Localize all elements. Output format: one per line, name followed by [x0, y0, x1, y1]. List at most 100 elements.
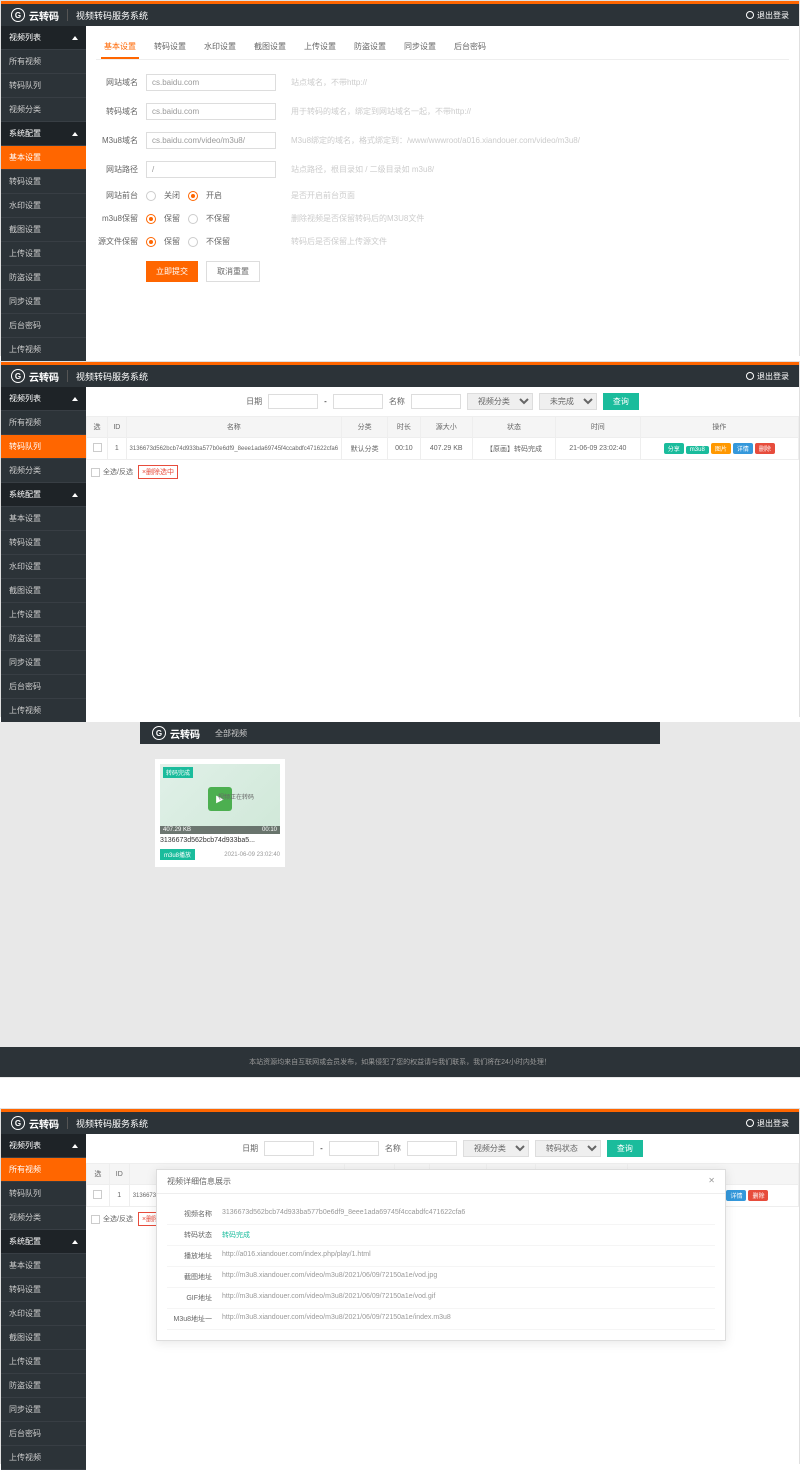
filter-name-input[interactable]: [407, 1141, 457, 1156]
sidebar-item-upload[interactable]: 上传设置: [1, 242, 86, 266]
badge-share[interactable]: 分享: [664, 443, 684, 454]
sidebar-item-screenshot[interactable]: 截图设置: [1, 579, 86, 603]
sidebar-item-all-videos[interactable]: 所有视频: [1, 50, 86, 74]
logout-link[interactable]: 退出登录: [746, 10, 789, 21]
select-all-link[interactable]: 全选/反选: [91, 467, 133, 477]
card-play-button[interactable]: m3u8播放: [160, 849, 195, 860]
sidebar-item-upload[interactable]: 上传设置: [1, 1350, 86, 1374]
sidebar-item-screenshot[interactable]: 截图设置: [1, 218, 86, 242]
sidebar: 视频列表 所有视频 转码队列 视频分类 系统配置 基本设置 转码设置 水印设置 …: [1, 387, 86, 723]
sidebar-group-video[interactable]: 视频列表: [1, 387, 86, 411]
sidebar-item-watermark[interactable]: 水印设置: [1, 1302, 86, 1326]
badge-m3u8[interactable]: m3u8: [686, 446, 709, 454]
sidebar-item-transcode[interactable]: 转码设置: [1, 531, 86, 555]
sidebar-item-watermark[interactable]: 水印设置: [1, 194, 86, 218]
filter-status-select[interactable]: 未完成: [539, 393, 597, 410]
sidebar-item-transcode[interactable]: 转码设置: [1, 170, 86, 194]
sidebar-item-antileech[interactable]: 防盗设置: [1, 627, 86, 651]
modal-row: M3u8地址一http://m3u8.xiandouer.com/video/m…: [167, 1309, 715, 1330]
logout-link[interactable]: 退出登录: [746, 1118, 789, 1129]
filter-date-from[interactable]: [264, 1141, 314, 1156]
filter-date-to[interactable]: [329, 1141, 379, 1156]
filter-category-select[interactable]: 视频分类: [463, 1140, 529, 1157]
modal-row-label: 转码状态: [167, 1230, 222, 1240]
sidebar-item-all-videos[interactable]: 所有视频: [1, 411, 86, 435]
modal-close-button[interactable]: ✕: [708, 1176, 715, 1187]
sidebar-item-sync[interactable]: 同步设置: [1, 290, 86, 314]
sidebar-group-video[interactable]: 视频列表: [1, 1134, 86, 1158]
logout-link[interactable]: 退出登录: [746, 371, 789, 382]
sidebar-item-antileech[interactable]: 防盗设置: [1, 266, 86, 290]
sidebar-item-upload-video[interactable]: 上传视频: [1, 1446, 86, 1470]
search-button[interactable]: 查询: [603, 393, 639, 410]
sidebar-item-upload-video[interactable]: 上传视频: [1, 338, 86, 362]
sidebar-item-basic[interactable]: 基本设置: [1, 146, 86, 170]
delete-selected-link[interactable]: ×删除选中: [138, 465, 178, 479]
nav-all-videos[interactable]: 全部视频: [215, 728, 247, 739]
sidebar-item-screenshot[interactable]: 截图设置: [1, 1326, 86, 1350]
sidebar-item-upload[interactable]: 上传设置: [1, 603, 86, 627]
sidebar-item-watermark[interactable]: 水印设置: [1, 555, 86, 579]
sidebar-item-password[interactable]: 后台密码: [1, 1422, 86, 1446]
filter-date-from[interactable]: [268, 394, 318, 409]
radio-src-keep[interactable]: [146, 237, 156, 247]
tab-password[interactable]: 后台密码: [451, 36, 489, 59]
radio-m3u8-nokeep[interactable]: [188, 214, 198, 224]
sidebar-item-category[interactable]: 视频分类: [1, 459, 86, 483]
tab-antileech[interactable]: 防盗设置: [351, 36, 389, 59]
sidebar-item-transcode[interactable]: 转码设置: [1, 1278, 86, 1302]
reset-button[interactable]: 取消重置: [206, 261, 260, 282]
tab-screenshot[interactable]: 截图设置: [251, 36, 289, 59]
badge-pic[interactable]: 图片: [711, 443, 731, 454]
sidebar-group-video[interactable]: 视频列表: [1, 26, 86, 50]
sidebar-item-sync[interactable]: 同步设置: [1, 1398, 86, 1422]
input-m3u8-domain[interactable]: [146, 132, 276, 149]
sidebar-item-antileech[interactable]: 防盗设置: [1, 1374, 86, 1398]
filter-name-input[interactable]: [411, 394, 461, 409]
sidebar-group-config[interactable]: 系统配置: [1, 122, 86, 146]
sidebar-item-queue[interactable]: 转码队列: [1, 1182, 86, 1206]
radio-hurdle-on[interactable]: [188, 191, 198, 201]
radio-hurdle-off[interactable]: [146, 191, 156, 201]
sidebar-group-config[interactable]: 系统配置: [1, 1230, 86, 1254]
input-site-domain[interactable]: [146, 74, 276, 91]
card-thumbnail: 转码完成 ▶ 视频正在转码 407.29 KB 00:10: [160, 764, 280, 834]
sidebar-item-queue[interactable]: 转码队列: [1, 435, 86, 459]
tab-sync[interactable]: 同步设置: [401, 36, 439, 59]
input-trans-domain[interactable]: [146, 103, 276, 120]
badge-detail[interactable]: 详情: [733, 443, 753, 454]
radio-m3u8-keep[interactable]: [146, 214, 156, 224]
hint-src-keep: 转码后是否保留上传源文件: [291, 236, 789, 247]
badge-detail[interactable]: 详情: [726, 1190, 746, 1201]
input-site-path[interactable]: [146, 161, 276, 178]
modal-row: 播放地址http://a016.xiandouer.com/index.php/…: [167, 1246, 715, 1267]
tab-upload[interactable]: 上传设置: [301, 36, 339, 59]
tab-watermark[interactable]: 水印设置: [201, 36, 239, 59]
row-checkbox[interactable]: [93, 443, 102, 452]
sidebar-group-config[interactable]: 系统配置: [1, 483, 86, 507]
video-card[interactable]: 转码完成 ▶ 视频正在转码 407.29 KB 00:10 3136673d56…: [155, 759, 285, 867]
sidebar-item-upload-video[interactable]: 上传视频: [1, 699, 86, 723]
sidebar-item-basic[interactable]: 基本设置: [1, 1254, 86, 1278]
sidebar-item-password[interactable]: 后台密码: [1, 314, 86, 338]
sidebar-item-category[interactable]: 视频分类: [1, 98, 86, 122]
sidebar-item-basic[interactable]: 基本设置: [1, 507, 86, 531]
badge-delete[interactable]: 删除: [755, 443, 775, 454]
sidebar-item-password[interactable]: 后台密码: [1, 675, 86, 699]
search-button[interactable]: 查询: [607, 1140, 643, 1157]
sidebar-item-sync[interactable]: 同步设置: [1, 651, 86, 675]
badge-delete[interactable]: 删除: [748, 1190, 768, 1201]
sidebar-item-category[interactable]: 视频分类: [1, 1206, 86, 1230]
row-checkbox[interactable]: [93, 1190, 102, 1199]
filter-category-select[interactable]: 视频分类: [467, 393, 533, 410]
select-all-link[interactable]: 全选/反选: [91, 1214, 133, 1224]
filter-date-to[interactable]: [333, 394, 383, 409]
tab-transcode[interactable]: 转码设置: [151, 36, 189, 59]
radio-src-nokeep[interactable]: [188, 237, 198, 247]
sidebar-item-all-videos[interactable]: 所有视频: [1, 1158, 86, 1182]
filter-status-select[interactable]: 转码状态: [535, 1140, 601, 1157]
tab-basic[interactable]: 基本设置: [101, 36, 139, 59]
filter-name-label: 名称: [385, 1143, 401, 1154]
sidebar-item-queue[interactable]: 转码队列: [1, 74, 86, 98]
submit-button[interactable]: 立即提交: [146, 261, 198, 282]
